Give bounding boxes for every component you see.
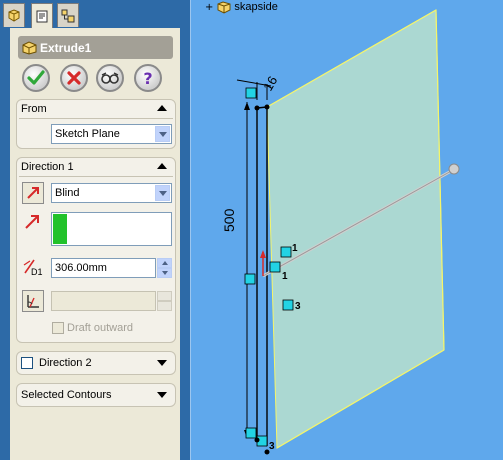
expand-caret-icon [157,392,167,398]
vertex-dot [254,105,260,111]
from-group: From Sketch Plane [16,99,176,149]
draft-outward-option: Draft outward [52,322,133,334]
height-dimension-value[interactable]: 500 [221,209,237,232]
end-condition-value: Blind [55,187,80,199]
extrude-icon [22,40,37,55]
relation-tag: 3 [295,301,301,312]
relation-tag: 1 [292,243,298,254]
property-manager: Extrude1 ? From Sketch Plane Direction 1… [0,0,190,460]
direction2-group[interactable]: Direction 2 [16,351,176,375]
endpoint-handle[interactable] [245,87,257,99]
extrude-preview-back [266,9,445,449]
direction-arrow-icon [260,250,266,258]
direction2-header-label: Direction 2 [39,357,92,369]
selected-contours-group[interactable]: Selected Contours [16,383,176,407]
checkmark-icon [27,70,45,85]
from-select[interactable]: Sketch Plane [51,124,172,144]
dropdown-arrow-icon[interactable] [155,185,170,201]
glasses-icon [101,72,119,84]
from-header-label: From [21,103,47,115]
vertex-dot [264,104,270,110]
ok-button[interactable] [22,64,50,92]
cancel-button[interactable] [60,64,88,92]
drag-handle-icon[interactable] [448,163,460,175]
pm-tab-strip [0,0,190,28]
draft-toggle-button[interactable] [22,290,44,312]
direction1-header-label: Direction 1 [21,161,74,173]
direction2-checkbox[interactable] [21,357,33,369]
draft-spinner [157,291,172,311]
relation-handle[interactable] [244,273,256,285]
relation-handle[interactable] [280,246,292,258]
feature-tree-icon [8,8,20,22]
relation-handle[interactable] [282,299,294,311]
selection-active-indicator [53,214,67,244]
graphics-area[interactable]: + skapside 500 16 1 1 3 3 [190,0,503,460]
spin-up-icon[interactable] [157,258,172,268]
dropdown-arrow-icon[interactable] [155,126,170,142]
draft-outward-label: Draft outward [67,322,134,334]
help-button[interactable]: ? [134,64,162,92]
selected-contours-label: Selected Contours [21,389,112,401]
pm-body: Extrude1 ? From Sketch Plane Direction 1… [10,28,180,460]
reverse-direction-icon [27,187,39,199]
selected-contours-header[interactable]: Selected Contours [17,386,175,404]
confirm-row: ? [22,64,172,94]
model-view[interactable] [191,0,503,460]
draft-icon [27,295,39,308]
divider [19,118,173,119]
depth-icon: D1 [23,259,43,277]
end-condition-select[interactable]: Blind [51,183,172,203]
direction2-group-header[interactable]: Direction 2 [17,354,175,372]
collapse-caret-icon [157,163,167,169]
direction1-group-header[interactable]: Direction 1 [17,158,175,176]
expand-caret-icon [157,360,167,366]
spin-down-icon[interactable] [157,268,172,278]
relation-handle[interactable] [269,261,281,273]
configuration-icon [61,9,75,22]
depth-input[interactable]: 306.00mm [51,258,156,278]
dim-arrow [244,102,250,110]
help-icon: ? [143,68,153,88]
tab-configuration-manager[interactable] [57,3,79,27]
tab-feature-manager[interactable] [3,3,25,27]
direction-selection-box[interactable] [51,212,172,246]
from-group-header[interactable]: From [17,100,175,118]
from-select-value: Sketch Plane [55,128,120,140]
depth-spinner[interactable] [157,258,172,278]
svg-text:D1: D1 [31,267,43,277]
reverse-direction-button[interactable] [22,182,44,204]
endpoint-handle[interactable] [245,427,257,439]
depth-value: 306.00mm [55,262,107,274]
direction-vector-icon [25,215,39,229]
collapse-caret-icon [157,105,167,111]
draft-angle-input [51,291,156,311]
x-icon [67,71,81,85]
relation-tag: 3 [269,441,275,452]
draft-outward-checkbox [52,322,64,334]
feature-title: Extrude1 [40,40,92,55]
relation-tag: 1 [282,271,288,282]
feature-title-bar: Extrude1 [18,36,173,59]
vertex-dot [254,437,260,443]
property-manager-icon [36,10,48,23]
preview-button[interactable] [96,64,124,92]
tab-property-manager[interactable] [31,3,53,28]
direction1-group: Direction 1 Blind D1 306.00mm Draft outw… [16,157,176,343]
divider [19,176,173,177]
